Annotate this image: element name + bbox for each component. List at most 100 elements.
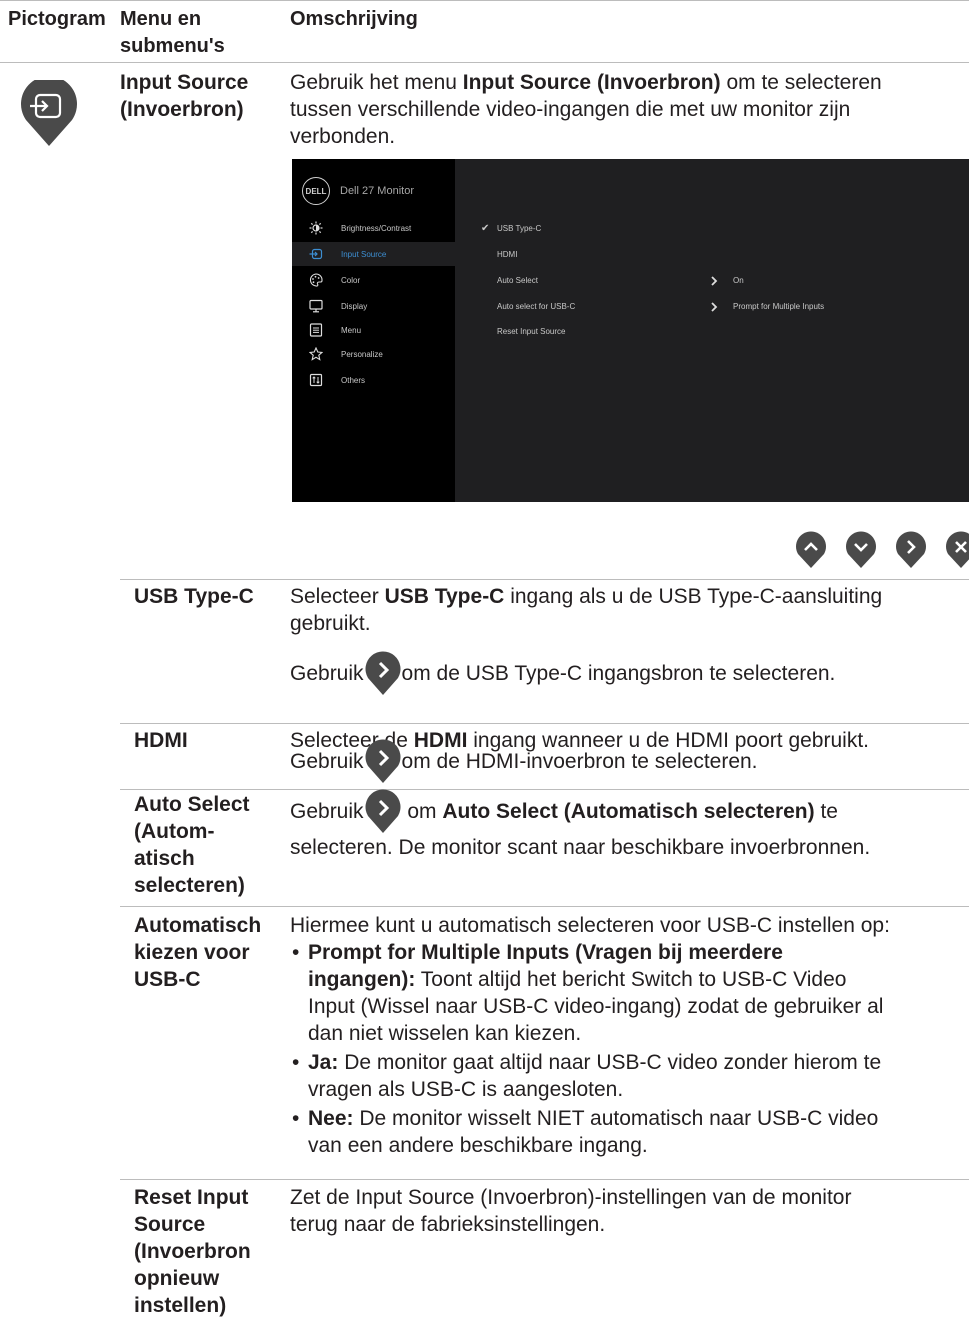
osd-value-auto-select: On: [733, 276, 744, 285]
bullet-icon: •: [292, 1051, 300, 1074]
osd-menu-label: Others: [341, 375, 366, 385]
desc-bold: USB Type-C: [384, 585, 505, 608]
bullet-icon: •: [292, 941, 300, 964]
term-input-source-line1: Input Source: [120, 71, 249, 94]
term-line: instellen): [134, 1294, 227, 1317]
osd-option-auto-select[interactable]: Auto Select: [497, 276, 538, 285]
osd-menu-display[interactable]: Display: [292, 294, 455, 318]
desc-text: Selecteer: [290, 585, 385, 608]
term-line: (Autom-: [134, 820, 215, 843]
osd-menu-label: Display: [341, 301, 368, 311]
term-auto-select: Auto Select (Autom- atisch selecteren): [134, 791, 250, 899]
bullet-item: • Prompt for Multiple Inputs (Vragen bij…: [290, 939, 966, 1047]
desc-line: terug naar de fabrieksinstellingen.: [290, 1213, 606, 1236]
term-line: selecteren): [134, 874, 245, 897]
desc-text: Gebruik het menu: [290, 71, 463, 94]
desc-bold: Ja:: [308, 1051, 339, 1074]
desc-bold: Auto Select (Automatisch selecteren): [442, 799, 815, 823]
desc-line: gebruikt.: [290, 612, 371, 635]
desc-line: Zet de Input Source (Invoerbron)-instell…: [290, 1186, 852, 1209]
desc-auto-usbc: Hiermee kunt u automatisch selecteren vo…: [290, 912, 966, 1159]
term-line: Automatisch: [134, 914, 262, 937]
desc-text: Gebruik: [290, 661, 364, 685]
osd-menu-input-source[interactable]: Input Source: [292, 242, 455, 266]
osd-sidebar: DELL Dell 27 Monitor Brightness/Contrast…: [292, 159, 455, 502]
desc-line: Input (Wissel naar USB-C video-ingang) z…: [308, 995, 884, 1018]
osd-option-reset[interactable]: Reset Input Source: [497, 327, 565, 336]
input-source-icon: [309, 247, 323, 261]
row-rule: [120, 723, 969, 724]
desc-text: om de USB Type-C ingangsbron te selecter…: [401, 661, 836, 685]
term-line: Reset Input: [134, 1186, 249, 1209]
osd-menu-label: Color: [341, 275, 361, 285]
desc-auto-select: Gebruik om Auto Select (Automatisch sele…: [290, 788, 966, 861]
desc-line: Hiermee kunt u automatisch selecteren vo…: [290, 914, 890, 937]
term-line: Source: [134, 1213, 206, 1236]
brightness-icon: [309, 221, 323, 235]
osd-value-auto-usbc: Prompt for Multiple Inputs: [733, 302, 825, 311]
desc-text: Toont altijd het bericht Switch to USB-C…: [415, 968, 847, 991]
osd-brand: DELL Dell 27 Monitor: [302, 177, 414, 205]
right-icon: [365, 651, 401, 695]
term-line: Auto Select: [134, 793, 250, 816]
close-icon[interactable]: [945, 531, 969, 569]
desc-usb-typec-use: Gebruik om de USB Type-C ingangsbron te …: [290, 650, 966, 696]
desc-text: om de HDMI-invoerbron te selecteren.: [401, 749, 758, 773]
dell-logo: DELL: [302, 177, 330, 205]
display-icon: [309, 299, 323, 313]
osd-check-icon: ✔: [481, 223, 490, 234]
desc-text: om te selecteren: [720, 71, 882, 94]
osd-menu-personalize[interactable]: Personalize: [292, 342, 455, 366]
desc-line: verbonden.: [290, 125, 396, 148]
term-usb-typec: USB Type-C: [134, 585, 254, 608]
osd-menu-label: Menu: [341, 325, 362, 335]
color-palette-icon: [309, 273, 323, 287]
desc-bold: Input Source (Invoerbron): [462, 71, 721, 94]
term-line: (Invoerbron: [134, 1240, 251, 1263]
input-source-icon: [21, 80, 77, 146]
desc-line: selecteren. De monitor scant naar beschi…: [290, 836, 871, 859]
row-rule: [120, 1179, 969, 1180]
desc-text: om: [401, 799, 443, 823]
osd-menu-color[interactable]: Color: [292, 268, 455, 292]
term-input-source: Input Source (Invoerbron): [120, 69, 248, 123]
term-input-source-line2: (Invoerbron): [120, 98, 244, 121]
osd-menu-label: Input Source: [341, 249, 387, 259]
desc-hdmi-use: Gebruik om de HDMI-invoerbron te selecte…: [290, 738, 966, 784]
header-rule: [0, 62, 969, 63]
star-icon: [309, 347, 323, 361]
osd-menu-others[interactable]: Others: [292, 368, 455, 392]
bullet-item: • Nee: De monitor wisselt NIET automatis…: [290, 1105, 966, 1159]
bullet-item: • Ja: De monitor gaat altijd naar USB-C …: [290, 1049, 966, 1103]
osd-option-auto-usbc[interactable]: Auto select for USB-C: [497, 302, 575, 311]
top-rule: [0, 0, 969, 1]
col-header-menu: Menu en submenu's: [120, 6, 225, 60]
col-header-menu-line2: submenu's: [120, 35, 225, 57]
desc-reset: Zet de Input Source (Invoerbron)-instell…: [290, 1184, 966, 1238]
term-auto-usbc: Automatisch kiezen voor USB-C: [134, 912, 261, 993]
term-line: opnieuw: [134, 1267, 220, 1290]
term-reset: Reset Input Source (Invoerbron opnieuw i…: [134, 1184, 251, 1319]
others-icon: [309, 373, 323, 387]
desc-bold: ingangen):: [308, 968, 416, 991]
col-header-menu-line1: Menu en: [120, 8, 202, 30]
desc-line: tussen verschillende video-ingangen die …: [290, 98, 851, 121]
up-icon[interactable]: [795, 531, 827, 569]
desc-text: Gebruik: [290, 799, 364, 823]
desc-line: dan niet wisselen kan kiezen.: [308, 1022, 582, 1045]
osd-option-hdmi[interactable]: HDMI: [497, 250, 517, 259]
osd-menu-menu[interactable]: Menu: [292, 318, 455, 342]
right-icon[interactable]: [895, 531, 927, 569]
term-line: kiezen voor: [134, 941, 250, 964]
down-icon[interactable]: [845, 531, 877, 569]
bullet-icon: •: [292, 1107, 300, 1130]
desc-text: Gebruik: [290, 749, 364, 773]
desc-usb-typec: Selecteer USB Type-C ingang als u de USB…: [290, 583, 966, 637]
row-rule: [120, 906, 969, 907]
osd-screenshot: DELL Dell 27 Monitor Brightness/Contrast…: [292, 159, 969, 502]
osd-menu-label: Brightness/Contrast: [341, 223, 412, 233]
osd-menu-brightness[interactable]: Brightness/Contrast: [292, 216, 455, 240]
desc-line: van een andere beschikbare ingang.: [308, 1134, 648, 1157]
osd-option-usb-typec[interactable]: USB Type-C: [497, 224, 541, 233]
desc-line: vragen als USB-C is aangesloten.: [308, 1078, 624, 1101]
